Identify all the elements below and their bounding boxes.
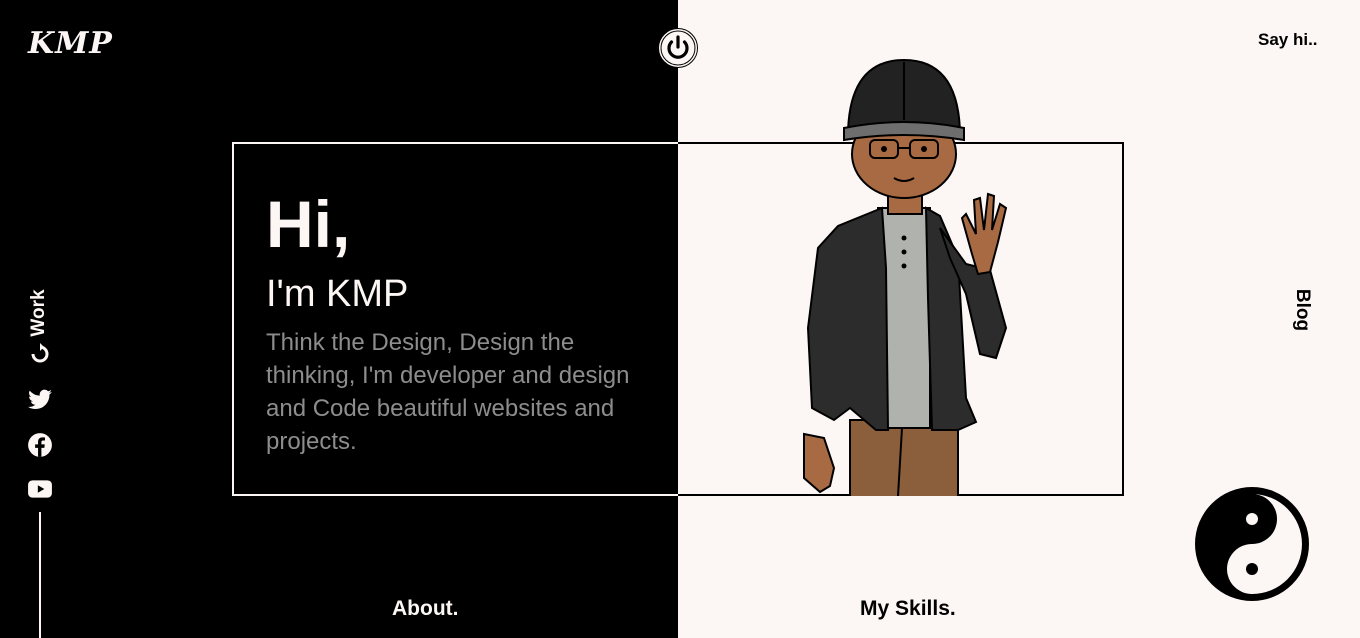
twitter-icon[interactable] bbox=[27, 387, 53, 413]
about-link[interactable]: About. bbox=[392, 597, 458, 621]
avatar-illustration bbox=[803, 58, 1008, 496]
landing-page: KMP Say hi.. Blog Work Hi, I'm KMP Think… bbox=[0, 0, 1360, 638]
facebook-icon[interactable] bbox=[27, 432, 53, 458]
say-hi-link[interactable]: Say hi.. bbox=[1258, 30, 1318, 50]
greeting-heading: Hi, bbox=[266, 187, 351, 261]
blog-link[interactable]: Blog bbox=[1284, 289, 1320, 331]
site-logo[interactable]: KMP bbox=[28, 26, 113, 61]
skills-link[interactable]: My Skills. bbox=[860, 597, 956, 621]
youtube-icon[interactable] bbox=[27, 476, 53, 502]
work-link[interactable]: Work bbox=[24, 288, 54, 338]
intro-description: Think the Design, Design the thinking, I… bbox=[266, 329, 630, 455]
name-heading: I'm KMP bbox=[266, 273, 409, 315]
refresh-icon bbox=[31, 343, 49, 363]
power-icon bbox=[660, 30, 696, 66]
yin-yang-icon[interactable] bbox=[1194, 486, 1310, 602]
sidebar-line bbox=[39, 512, 41, 638]
power-button[interactable] bbox=[658, 28, 698, 68]
